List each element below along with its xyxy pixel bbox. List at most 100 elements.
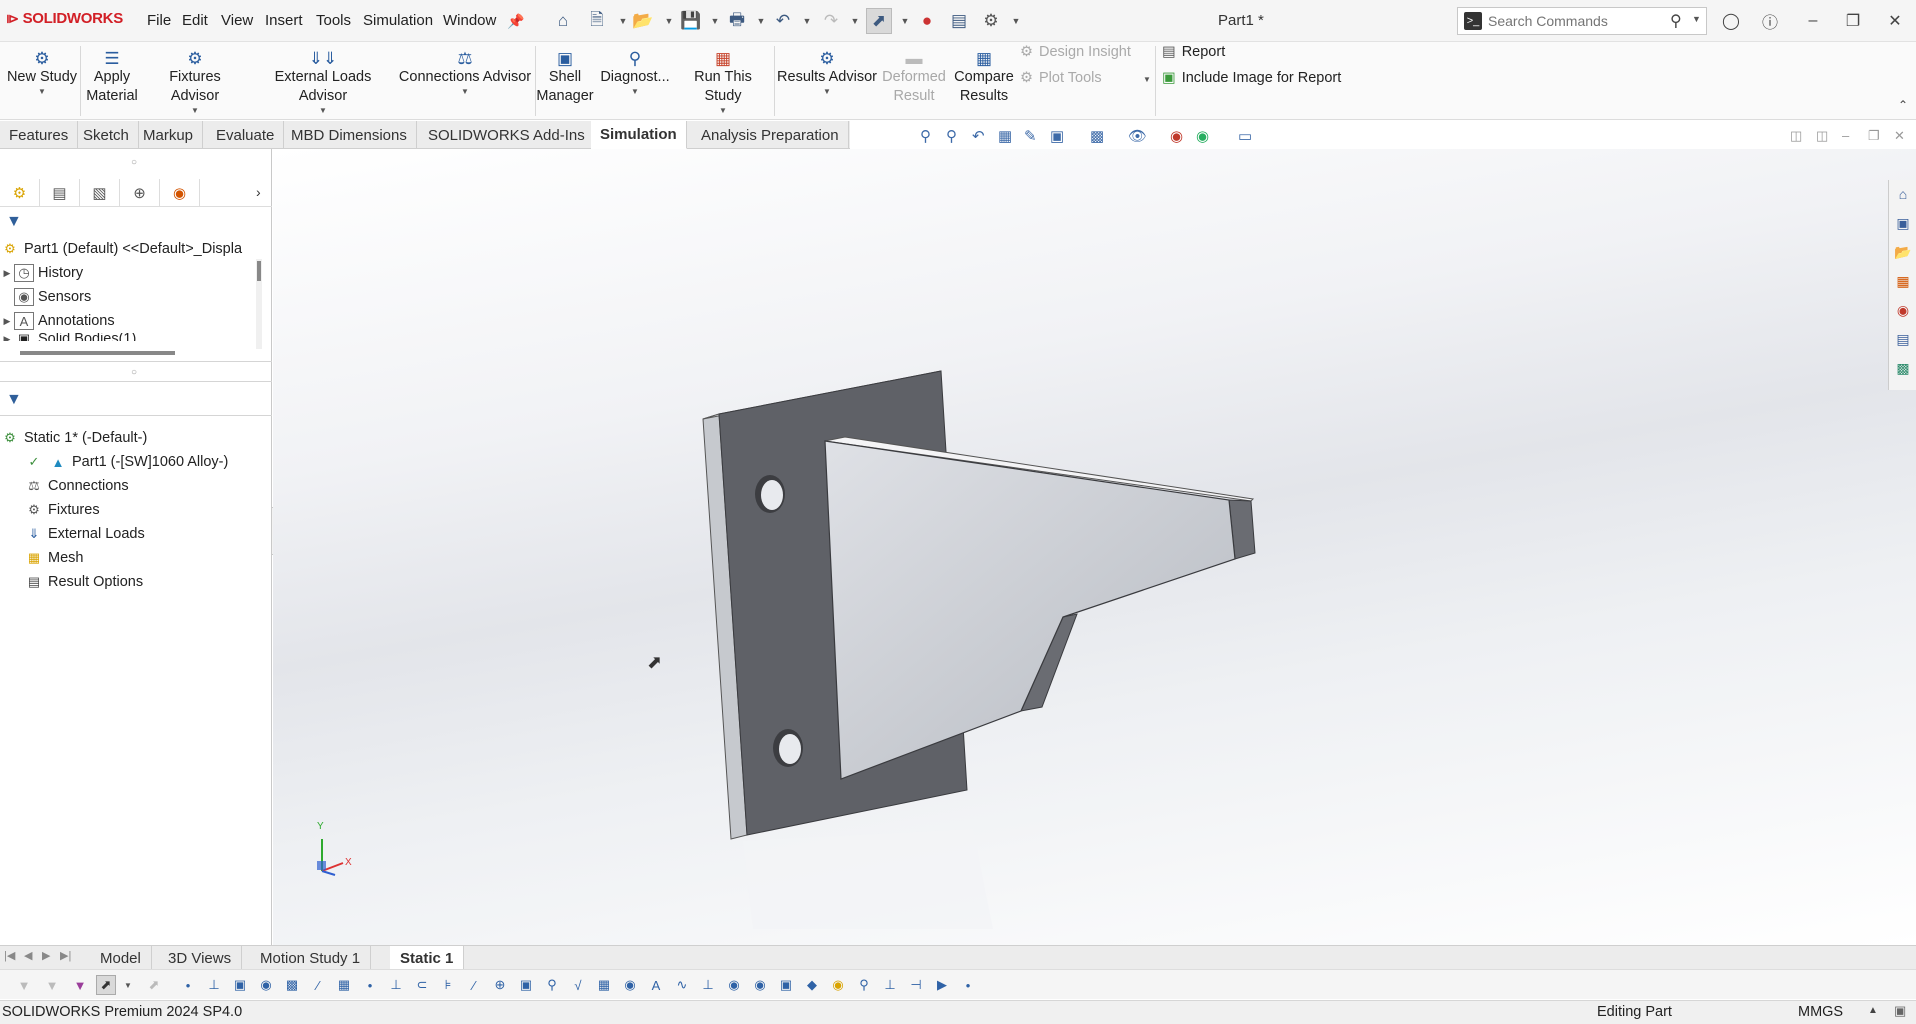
sim-item-mesh[interactable]: ▦ Mesh [24, 546, 84, 570]
vertical-scrollbar[interactable] [256, 259, 262, 349]
anchor-icon[interactable]: ⊥ [880, 975, 900, 995]
apply-scene-icon[interactable]: ◉ [1196, 127, 1209, 145]
tab-simulation[interactable]: Simulation [591, 121, 687, 149]
traffic-light-icon[interactable]: ● [914, 8, 940, 34]
home-icon[interactable]: ⌂ [550, 8, 576, 34]
print-icon[interactable]: 🖶 [724, 8, 750, 34]
report-button[interactable]: ▤ Report [1162, 44, 1225, 60]
tab-features[interactable]: Features [0, 121, 79, 149]
diagnostics-button[interactable]: ⚲ Diagnost... ▼ [598, 42, 672, 120]
pin-connector-icon[interactable]: ◉ [724, 975, 744, 995]
spring-icon[interactable]: ∿ [672, 975, 692, 995]
menu-view[interactable]: View [221, 12, 253, 29]
menu-window[interactable]: Window [443, 12, 496, 29]
solidworks-resources-icon[interactable]: ⌂ [1893, 184, 1913, 204]
chevron-down-icon[interactable]: ▼ [118, 975, 138, 995]
undo-icon[interactable]: ↶ [770, 8, 796, 34]
text-icon[interactable]: A [646, 975, 666, 995]
sensor-icon[interactable]: ◉ [620, 975, 640, 995]
external-loads-advisor-button[interactable]: ⇓⇓ External Loads Advisor ▼ [252, 42, 394, 120]
user-account-icon[interactable]: ◯ [1714, 8, 1748, 34]
save-icon[interactable]: 💾 [678, 8, 704, 34]
chevron-down-icon[interactable]: ▼ [38, 87, 46, 97]
chevron-down-icon[interactable]: ▼ [191, 106, 199, 116]
feature-tree-root[interactable]: ⚙ Part1 (Default) <<Default>_Displa [0, 237, 242, 261]
plot-icon[interactable]: ⊣ [906, 975, 926, 995]
sim-item-fixtures[interactable]: ⚙ Fixtures [24, 498, 99, 522]
probe-icon[interactable]: ⚲ [854, 975, 874, 995]
open-folder-icon[interactable]: 📂 [630, 8, 656, 34]
plot-tools-button[interactable]: ⚙ Plot Tools [1020, 70, 1102, 86]
zoom-to-area-icon[interactable]: ⚲ [946, 127, 957, 145]
previous-view-icon[interactable]: ↶ [972, 127, 985, 145]
restore-icon[interactable]: ❐ [1836, 8, 1870, 34]
tree-item-history[interactable]: ▶ ◷ History [0, 261, 83, 285]
notification-icon[interactable]: ▣ [1894, 1003, 1906, 1019]
search-input[interactable] [1488, 11, 1663, 31]
view-palette-icon[interactable]: ▦ [1893, 271, 1913, 291]
weld-icon[interactable]: ▣ [776, 975, 796, 995]
select-cursor-icon[interactable]: ⬈ [866, 8, 892, 34]
apply-material-button[interactable]: ☰ Apply Material [82, 42, 142, 120]
menu-edit[interactable]: Edit [182, 12, 208, 29]
undo-dropdown-icon[interactable]: ▼ [794, 8, 820, 34]
view-settings-icon[interactable]: ▭ [1238, 127, 1252, 145]
tab-static-1[interactable]: Static 1 [390, 946, 465, 970]
filter-icon[interactable]: ▼ [42, 975, 62, 995]
last-tab-icon[interactable]: ▶| [60, 949, 71, 962]
include-image-button[interactable]: ▣ Include Image for Report [1162, 70, 1341, 86]
tab-mbd-dimensions[interactable]: MBD Dimensions [282, 121, 417, 149]
unit-system[interactable]: MMGS [1798, 1004, 1843, 1020]
part-model[interactable] [273, 149, 1916, 945]
sim-item-connections[interactable]: ⚖ Connections [24, 474, 128, 498]
beam-icon[interactable]: ∕ [308, 975, 328, 995]
tab-3d-views[interactable]: 3D Views [158, 946, 243, 970]
link-icon[interactable]: ◆ [802, 975, 822, 995]
redo-icon[interactable]: ↷ [818, 8, 844, 34]
file-explorer-icon[interactable]: 📂 [1893, 242, 1913, 262]
connector-icon[interactable]: ⊧ [438, 975, 458, 995]
search-commands-box[interactable]: >_ ⚲ ▼ [1457, 7, 1707, 35]
view-orientation-icon[interactable]: ▣ [1050, 127, 1064, 145]
tab-markup[interactable]: Markup [134, 121, 204, 149]
chevron-down-icon[interactable]: ▼ [461, 87, 469, 97]
sim-item-result-options[interactable]: ▤ Result Options [24, 570, 143, 594]
close-icon[interactable]: ✕ [1878, 8, 1912, 34]
bearing-icon[interactable]: ◉ [750, 975, 770, 995]
display-style-icon[interactable]: ▩ [1090, 127, 1104, 145]
displaymanager-tab-icon[interactable]: ◉ [160, 179, 200, 207]
chevron-right-icon[interactable]: › [256, 184, 261, 200]
file-properties-icon[interactable]: ▤ [946, 8, 972, 34]
point-icon[interactable]: • [178, 975, 198, 995]
shell-icon[interactable]: ◉ [256, 975, 276, 995]
tree-item-annotations[interactable]: ▶ A Annotations [0, 309, 115, 333]
tab-evaluate[interactable]: Evaluate [207, 121, 285, 149]
new-study-button[interactable]: ⚙ New Study ▼ [4, 42, 80, 120]
deformed-result-button[interactable]: ▬ Deformed Result [880, 42, 948, 120]
options-gear-icon[interactable]: ⚙ [978, 8, 1004, 34]
joint-icon[interactable]: ▦ [334, 975, 354, 995]
select-cursor-icon[interactable]: ⬈ [96, 975, 116, 995]
pressure-icon[interactable]: ⚲ [542, 975, 562, 995]
dynamic-annotation-icon[interactable]: ✎ [1024, 127, 1037, 145]
pane-grip-icon[interactable]: ○ [131, 157, 137, 168]
solid-icon[interactable]: ▩ [282, 975, 302, 995]
custom-properties-icon[interactable]: ▤ [1893, 329, 1913, 349]
bolt-icon[interactable]: ⊥ [698, 975, 718, 995]
chevron-down-icon[interactable]: ▼ [823, 87, 831, 97]
help-icon[interactable]: ⓘ [1753, 8, 1787, 34]
pane-grip-icon[interactable]: ○ [131, 367, 137, 378]
filter-icon[interactable]: ▼ [6, 391, 22, 409]
solidworks-forum-icon[interactable]: ▩ [1893, 358, 1913, 378]
tree-item-sensors[interactable]: ◉ Sensors [0, 285, 91, 309]
dimxpert-tab-icon[interactable]: ⊕ [120, 179, 160, 207]
connections-advisor-button[interactable]: ⚖ Connections Advisor ▼ [398, 42, 532, 120]
search-dropdown-icon[interactable]: ▼ [1692, 14, 1701, 24]
section-view-icon[interactable]: ▦ [998, 127, 1012, 145]
animation-icon[interactable]: ▶ [932, 975, 952, 995]
chevron-down-icon[interactable]: ▼ [719, 106, 727, 116]
sim-item-external-loads[interactable]: ⇓ External Loads [24, 522, 145, 546]
collapse-ribbon-icon[interactable]: ⌃ [1898, 98, 1908, 112]
horizontal-scrollbar[interactable] [20, 351, 175, 355]
prev-tab-icon[interactable]: ◀ [24, 949, 32, 962]
